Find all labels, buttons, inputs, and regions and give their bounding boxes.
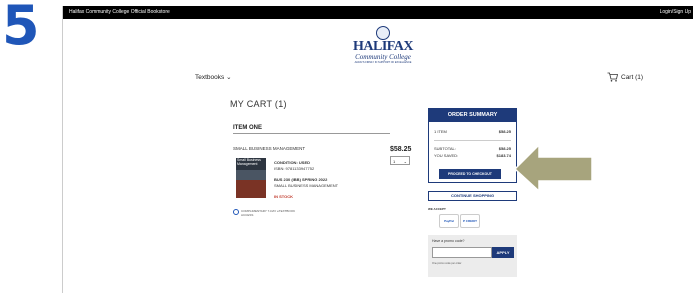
textbooks-menu[interactable]: Textbooks ⌄ [195,73,232,81]
promo-label: Have a promo code? [432,239,465,243]
logo-subtitle: Community College [355,53,411,61]
promo-note: One promo code per order [432,262,462,265]
college-logo[interactable]: HALIFAX Community College ALWAYS FIRMLY … [351,26,415,66]
item-price: $58.25 [390,146,412,153]
cart-link[interactable]: Cart (1) [607,72,643,82]
seal-icon [376,26,390,40]
login-link[interactable]: Login/Sign Up [660,6,691,19]
divider [233,133,390,134]
quantity-value: 1 [393,159,396,164]
logo-name: HALIFAX [352,39,414,54]
chevron-down-icon: ⌄ [403,159,407,164]
promo-section: Have a promo code? APPLY One promo code … [428,235,517,277]
logo-tagline: ALWAYS FIRMLY IN SUPPORT OF EXCELLENCE [354,61,412,64]
cart-label: Cart (1) [621,73,644,81]
promo-code-input[interactable] [432,247,492,258]
textbooks-label: Textbooks [195,74,225,81]
summary-row: SUBTOTAL: $58.25 [434,146,511,151]
item-heading: ITEM ONE [233,125,263,131]
access-note-text: COMPLIMENTARY 7-DAY eTEXTBOOK ACCESS [241,209,296,217]
paypal-credit-icon: P CREDIT [460,214,480,228]
info-icon [233,209,239,215]
store-name: Halifax Community College Official Books… [69,9,170,15]
step-number: 5 [2,0,40,57]
browser-frame: Halifax Community College Official Books… [62,6,693,293]
apply-button[interactable]: APPLY [492,247,514,258]
cart-icon [607,72,618,82]
proceed-to-checkout-button[interactable]: PROCEED TO CHECKOUT [439,169,501,179]
summary-row: YOU SAVED: $183.74 [434,153,511,158]
item-course-title: SMALL BUSINESS MANAGEMENT [274,183,339,188]
book-cover-title: Small Business Management [237,158,261,166]
item-condition: CONDITION: USED [274,160,310,165]
stock-status: IN STOCK [274,194,294,199]
summary-title: ORDER SUMMARY [429,109,516,122]
book-cover[interactable]: Small Business Management [236,158,266,198]
order-summary: ORDER SUMMARY 1 ITEM $58.25 SUBTOTAL: $5… [428,108,517,183]
top-bar: Halifax Community College Official Books… [63,6,693,19]
item-course: BUS 230 (IBB) SPRING 2022 [274,177,328,182]
continue-shopping-button[interactable]: CONTINUE SHOPPING [428,191,517,201]
access-note: COMPLIMENTARY 7-DAY eTEXTBOOK ACCESS [233,209,301,217]
pointer-arrow-icon [515,143,593,191]
quantity-select[interactable]: 1 ⌄ [390,156,410,165]
paypal-icon: PayPal [439,214,459,228]
divider [434,140,511,141]
item-name[interactable]: SMALL BUSINESS MANAGEMENT [233,146,305,151]
item-isbn: ISBN: 9781133947752 [274,166,315,171]
page-title: MY CART (1) [230,99,287,109]
we-accept-label: WE ACCEPT [428,207,446,211]
chevron-down-icon: ⌄ [226,74,232,81]
summary-row: 1 ITEM $58.25 [434,129,511,134]
